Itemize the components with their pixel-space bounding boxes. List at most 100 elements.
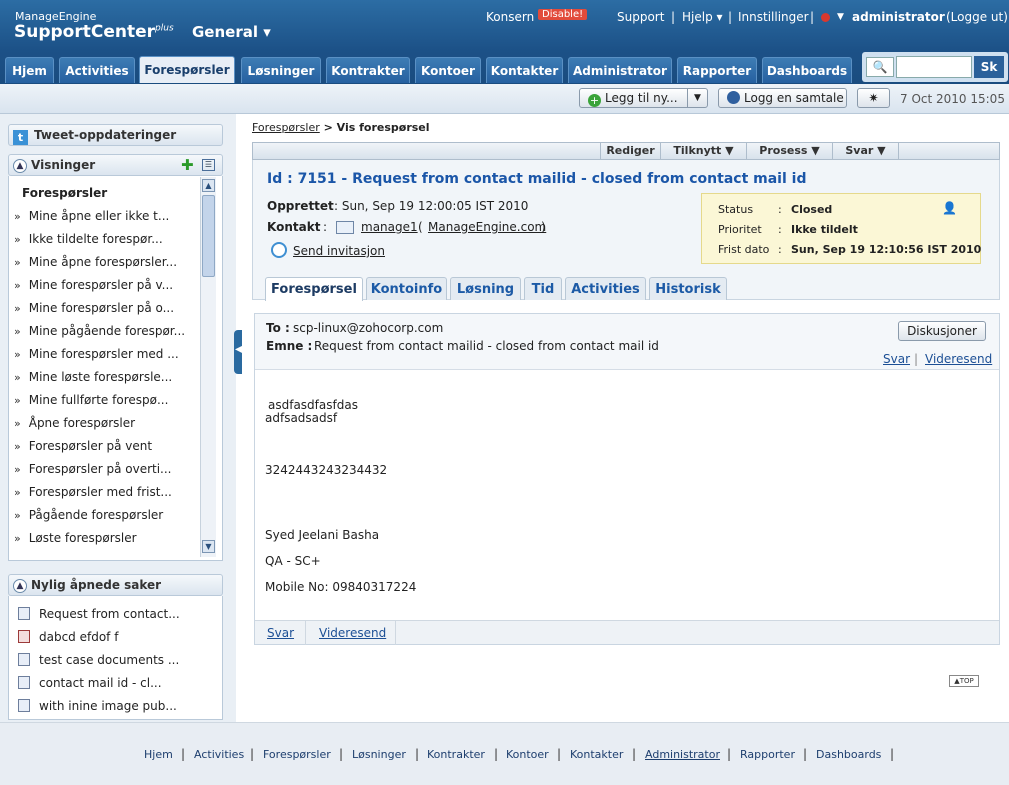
splitter[interactable]	[236, 114, 242, 722]
view-item[interactable]: » Mine forespørsler på v...	[14, 278, 173, 292]
bug-report-icon[interactable]: ✷	[857, 88, 890, 108]
forward-link[interactable]: Videresend	[925, 352, 992, 366]
module-selector[interactable]: General ▾	[192, 23, 271, 41]
view-item-label: Løste forespørsler	[28, 531, 137, 545]
tab-hjem[interactable]: Hjem	[5, 57, 54, 83]
edit-button[interactable]: Rediger	[600, 143, 660, 159]
chevron-down-icon[interactable]: ▼	[687, 89, 707, 107]
discussions-button[interactable]: Diskusjoner	[898, 321, 986, 341]
collapse-icon[interactable]: ▲	[13, 158, 27, 173]
view-item[interactable]: » Mine åpne eller ikke t...	[14, 209, 169, 223]
contact-org-link[interactable]: ManageEngine.com	[428, 220, 546, 234]
tab-kontoinfo[interactable]: Kontoinfo	[366, 277, 447, 300]
tab-dashboards[interactable]: Dashboards	[762, 57, 852, 83]
tab-rapporter[interactable]: Rapporter	[677, 57, 757, 83]
tab-kontoer[interactable]: Kontoer	[415, 57, 481, 83]
chevron-down-icon[interactable]: ▼	[837, 12, 844, 22]
recent-item[interactable]: contact mail id - cl...	[18, 676, 162, 690]
search-go-button[interactable]: Sk	[974, 56, 1004, 78]
tab-kontrakter[interactable]: Kontrakter	[326, 57, 410, 83]
list-icon[interactable]: ☰	[202, 159, 215, 171]
view-item-label: Mine forespørsler med ...	[28, 347, 179, 361]
tab-foresporsler[interactable]: Forespørsler	[139, 56, 235, 83]
footer-link-rapporter[interactable]: Rapporter	[740, 748, 795, 761]
reply-link[interactable]: Svar	[883, 352, 910, 366]
collapse-icon[interactable]: ▲	[13, 578, 27, 593]
footer-link-kontoer[interactable]: Kontoer	[506, 748, 549, 761]
document-icon	[18, 676, 30, 689]
view-item[interactable]: » Mine forespørsler på o...	[14, 301, 174, 315]
tab-losninger[interactable]: Løsninger	[241, 57, 321, 83]
view-item[interactable]: » Forespørsler på overti...	[14, 462, 172, 476]
tab-tid[interactable]: Tid	[524, 277, 562, 300]
logout-link[interactable]: (Logge ut)	[946, 10, 1008, 24]
views-scrollbar[interactable]: ▲ ▼	[200, 177, 216, 557]
breadcrumb-link[interactable]: Forespørsler	[252, 121, 320, 134]
collapse-sidebar-handle[interactable]: ◀	[234, 330, 243, 374]
footer-link-losninger[interactable]: Løsninger	[352, 748, 406, 761]
view-item[interactable]: » Forespørsler på vent	[14, 439, 152, 453]
top-label: TOP	[959, 677, 974, 685]
footer-link-hjem[interactable]: Hjem	[144, 748, 173, 761]
scroll-down-icon[interactable]: ▼	[202, 540, 215, 553]
footer-link-foresporsler[interactable]: Forespørsler	[263, 748, 331, 761]
recent-item[interactable]: Request from contact...	[18, 607, 180, 621]
reply-link-bottom[interactable]: Svar	[267, 626, 294, 640]
separator: |	[671, 10, 676, 24]
footer-link-kontakter[interactable]: Kontakter	[570, 748, 623, 761]
brand-logo[interactable]: SupportCenterplus	[14, 22, 174, 42]
search-icon[interactable]: 🔍	[866, 57, 894, 77]
view-item[interactable]: » Mine fullførte forespø...	[14, 393, 168, 407]
view-item[interactable]: » Mine forespørsler med ...	[14, 347, 179, 361]
reply-menu[interactable]: Svar ▼	[832, 143, 899, 159]
view-item[interactable]: » Pågående forespørsler	[14, 508, 163, 522]
tab-losning[interactable]: Løsning	[450, 277, 521, 300]
tab-activities-detail[interactable]: Activities	[565, 277, 646, 300]
view-item[interactable]: » Åpne forespørsler	[14, 416, 135, 430]
help-menu[interactable]: Hjelp ▾	[682, 10, 723, 24]
contact-label: Kontakt	[267, 220, 321, 234]
recent-item[interactable]: dabcd efdof f	[18, 630, 118, 644]
tweet-panel-header[interactable]: t Tweet-oppdateringer	[8, 124, 223, 146]
search-input[interactable]	[896, 56, 972, 78]
view-item[interactable]: » Løste forespørsler	[14, 531, 137, 545]
add-view-icon[interactable]: ✚	[181, 155, 194, 175]
contact-name-link[interactable]: manage1	[361, 220, 418, 234]
forward-link-bottom[interactable]: Videresend	[319, 626, 386, 640]
scroll-up-icon[interactable]: ▲	[202, 179, 215, 192]
footer-link-dashboards[interactable]: Dashboards	[816, 748, 881, 761]
tab-foresporsel[interactable]: Forespørsel	[265, 277, 363, 301]
footer-separator: |	[494, 747, 499, 761]
assign-user-icon[interactable]: 👤	[942, 201, 957, 215]
recent-item[interactable]: test case documents ...	[18, 653, 179, 667]
back-to-top-button[interactable]: ▲TOP	[949, 675, 979, 687]
send-invitation-link[interactable]: Send invitasjon	[293, 244, 385, 258]
tab-kontakter[interactable]: Kontakter	[486, 57, 563, 83]
footer-link-activities[interactable]: Activities	[194, 748, 244, 761]
recent-item[interactable]: with inine image pub...	[18, 699, 177, 713]
support-link[interactable]: Support	[617, 10, 664, 24]
log-call-button[interactable]: Logg en samtale	[718, 88, 847, 108]
view-item[interactable]: » Ikke tildelte forespør...	[14, 232, 163, 246]
associate-menu[interactable]: Tilknytt ▼	[660, 143, 746, 159]
tab-administrator[interactable]: Administrator	[568, 57, 672, 83]
settings-link[interactable]: Innstillinger	[738, 10, 809, 24]
user-name[interactable]: administrator	[852, 10, 945, 24]
add-new-button[interactable]: + Legg til ny... ▼	[579, 88, 708, 108]
view-item[interactable]: » Mine pågående forespør...	[14, 324, 185, 338]
view-item[interactable]: » Forespørsler med frist...	[14, 485, 172, 499]
view-item[interactable]: » Mine åpne forespørsler...	[14, 255, 177, 269]
status-value: Closed	[791, 203, 833, 216]
view-item[interactable]: » Mine løste forespørsle...	[14, 370, 172, 384]
tab-historisk[interactable]: Historisk	[649, 277, 727, 300]
views-title: Visninger	[31, 158, 96, 172]
disable-button[interactable]: Disable!	[538, 9, 588, 20]
footer-link-kontrakter[interactable]: Kontrakter	[427, 748, 485, 761]
invite-icon	[271, 242, 287, 258]
to-label: To :	[266, 321, 290, 335]
process-menu[interactable]: Prosess ▼	[746, 143, 832, 159]
footer-link-administrator[interactable]: Administrator	[645, 748, 720, 761]
scroll-thumb[interactable]	[202, 195, 215, 277]
view-item-label: Mine løste forespørsle...	[28, 370, 173, 384]
tab-activities[interactable]: Activities	[59, 57, 135, 83]
